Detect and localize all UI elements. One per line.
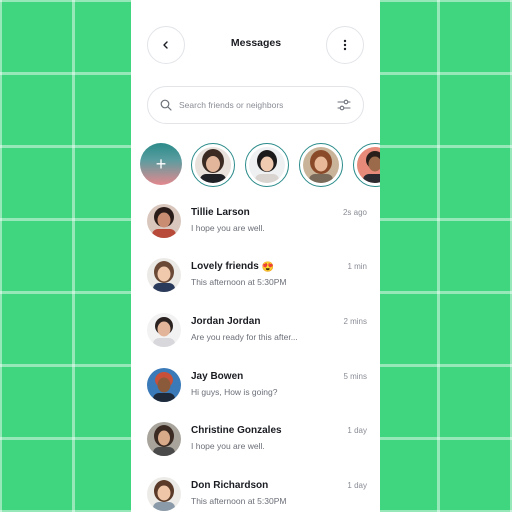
chat-name: Jordan Jordan <box>191 316 261 327</box>
story-avatar[interactable] <box>353 143 380 187</box>
back-icon <box>163 41 168 49</box>
chat-item[interactable]: Lovely friends 😍 This afternoon at 5:30PM… <box>147 255 367 295</box>
avatar <box>147 313 181 347</box>
chat-preview: I hope you are well. <box>191 223 265 233</box>
chat-time: 1 day <box>347 426 367 435</box>
chat-name: Don Richardson <box>191 480 269 491</box>
search-bar[interactable]: Search friends or neighbors <box>147 86 364 124</box>
chat-time: 1 min <box>347 262 367 271</box>
chat-item[interactable]: Jordan Jordan Are you ready for this aft… <box>147 310 367 350</box>
chat-time: 2 mins <box>343 317 367 326</box>
chat-preview: Hi guys, How is going? <box>191 387 278 397</box>
story-avatar[interactable] <box>191 143 235 187</box>
avatar <box>147 422 181 456</box>
stories-row: + <box>140 143 380 189</box>
more-button[interactable] <box>326 26 364 64</box>
add-icon: + <box>155 153 167 174</box>
messages-screen: Messages Search friends or neighbors + T… <box>131 0 380 512</box>
story-avatar[interactable] <box>245 143 289 187</box>
heart-eyes-emoji-icon: 😍 <box>261 262 275 273</box>
search-input[interactable]: Search friends or neighbors <box>179 100 337 110</box>
back-button[interactable] <box>147 26 185 64</box>
chat-item[interactable]: Christine Gonzales I hope you are well. … <box>147 419 367 459</box>
chat-item[interactable]: Tillie Larson I hope you are well. 2s ag… <box>147 201 367 241</box>
avatar <box>249 147 285 183</box>
page-title: Messages <box>230 37 282 49</box>
chat-name: Tillie Larson <box>191 207 250 218</box>
chat-time: 1 day <box>347 481 367 490</box>
search-icon <box>160 99 172 111</box>
avatar <box>147 258 181 292</box>
chat-name: Lovely friends 😍 <box>191 261 274 273</box>
avatar <box>195 147 231 183</box>
avatar <box>147 477 181 511</box>
story-avatar[interactable] <box>299 143 343 187</box>
chat-item[interactable]: Jay Bowen Hi guys, How is going? 5 mins <box>147 365 367 405</box>
add-story-button[interactable]: + <box>140 143 182 185</box>
chat-time: 5 mins <box>343 372 367 381</box>
chat-name: Christine Gonzales <box>191 425 282 436</box>
avatar <box>303 147 339 183</box>
top-bar: Messages <box>131 26 380 64</box>
avatar <box>147 368 181 402</box>
avatar <box>147 204 181 238</box>
chat-name-text: Lovely friends <box>191 261 259 272</box>
more-icon <box>343 39 347 51</box>
chat-preview: This afternoon at 5:30PM <box>191 277 287 287</box>
avatar <box>357 147 380 183</box>
chat-preview: I hope you are well. <box>191 441 265 451</box>
chat-time: 2s ago <box>342 208 367 217</box>
chat-item[interactable]: Don Richardson This afternoon at 5:30PM … <box>147 474 367 512</box>
filter-icon[interactable] <box>337 99 351 111</box>
chat-name: Jay Bowen <box>191 371 244 382</box>
chat-preview: This afternoon at 5:30PM <box>191 496 287 506</box>
chat-preview: Are you ready for this after... <box>191 332 298 342</box>
